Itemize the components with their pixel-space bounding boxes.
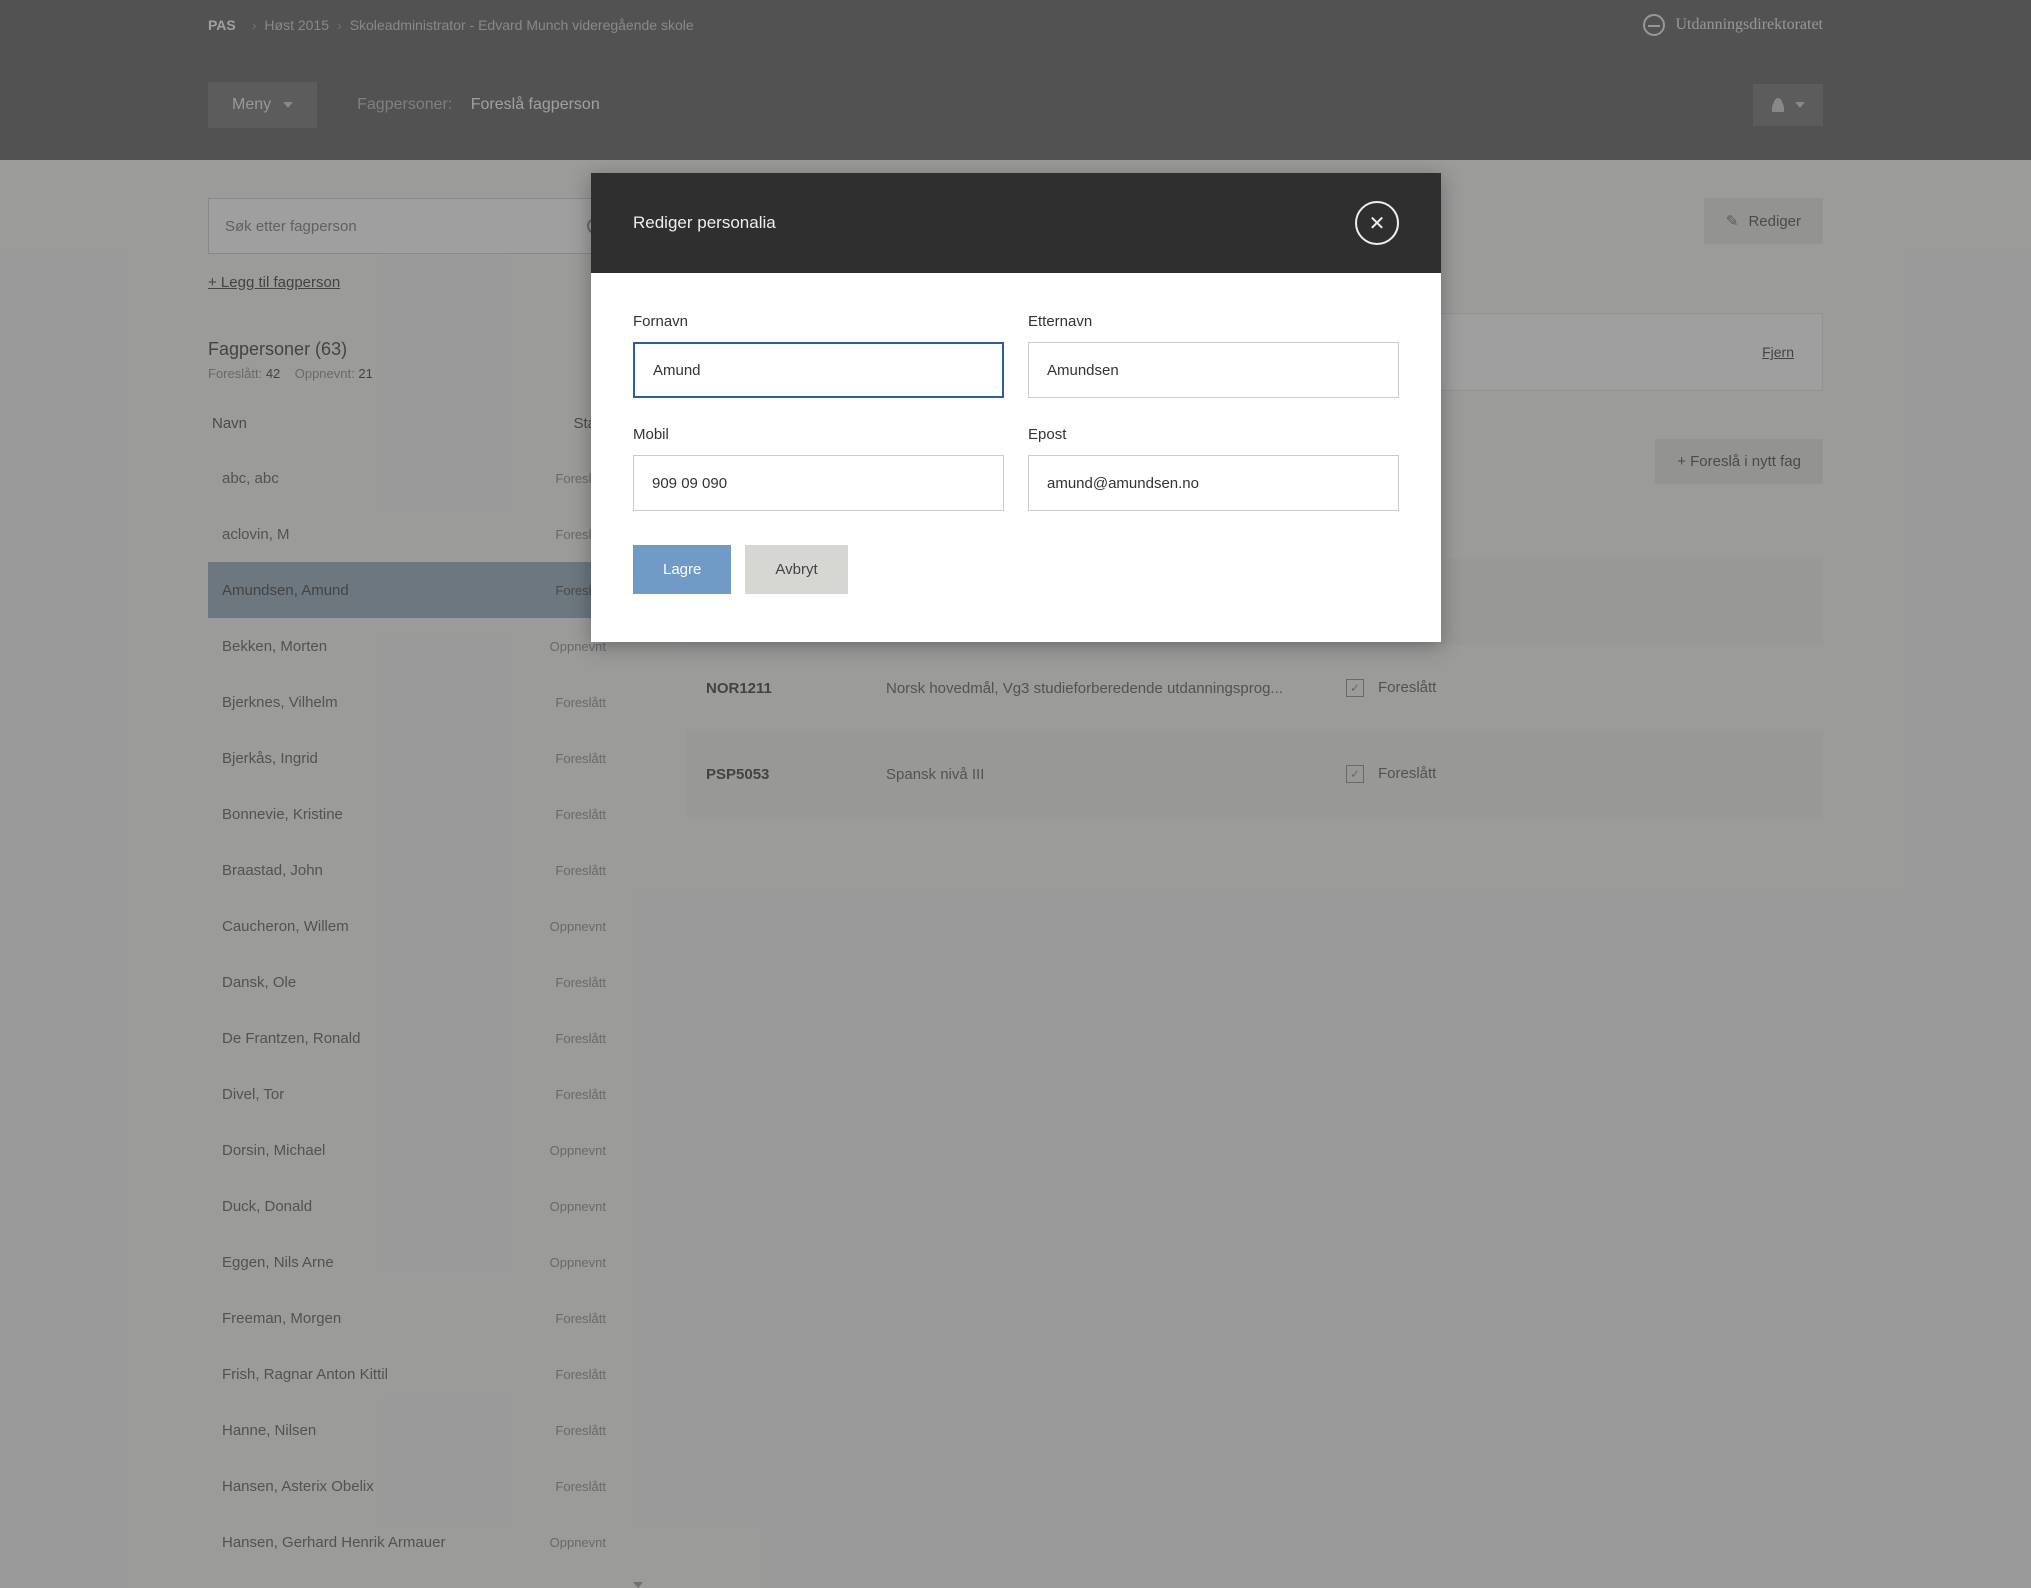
save-button[interactable]: Lagre xyxy=(633,545,731,594)
fornavn-label: Fornavn xyxy=(633,313,1004,330)
mobil-input[interactable] xyxy=(633,455,1004,511)
fornavn-input[interactable] xyxy=(633,342,1004,398)
etternavn-label: Etternavn xyxy=(1028,313,1399,330)
mobil-label: Mobil xyxy=(633,426,1004,443)
close-icon: ✕ xyxy=(1369,211,1386,236)
epost-input[interactable] xyxy=(1028,455,1399,511)
edit-personalia-modal: Rediger personalia ✕ Fornavn Etternavn M… xyxy=(591,173,1441,642)
etternavn-input[interactable] xyxy=(1028,342,1399,398)
modal-title: Rediger personalia xyxy=(633,213,776,233)
close-button[interactable]: ✕ xyxy=(1355,201,1399,245)
epost-label: Epost xyxy=(1028,426,1399,443)
cancel-button[interactable]: Avbryt xyxy=(745,545,847,594)
